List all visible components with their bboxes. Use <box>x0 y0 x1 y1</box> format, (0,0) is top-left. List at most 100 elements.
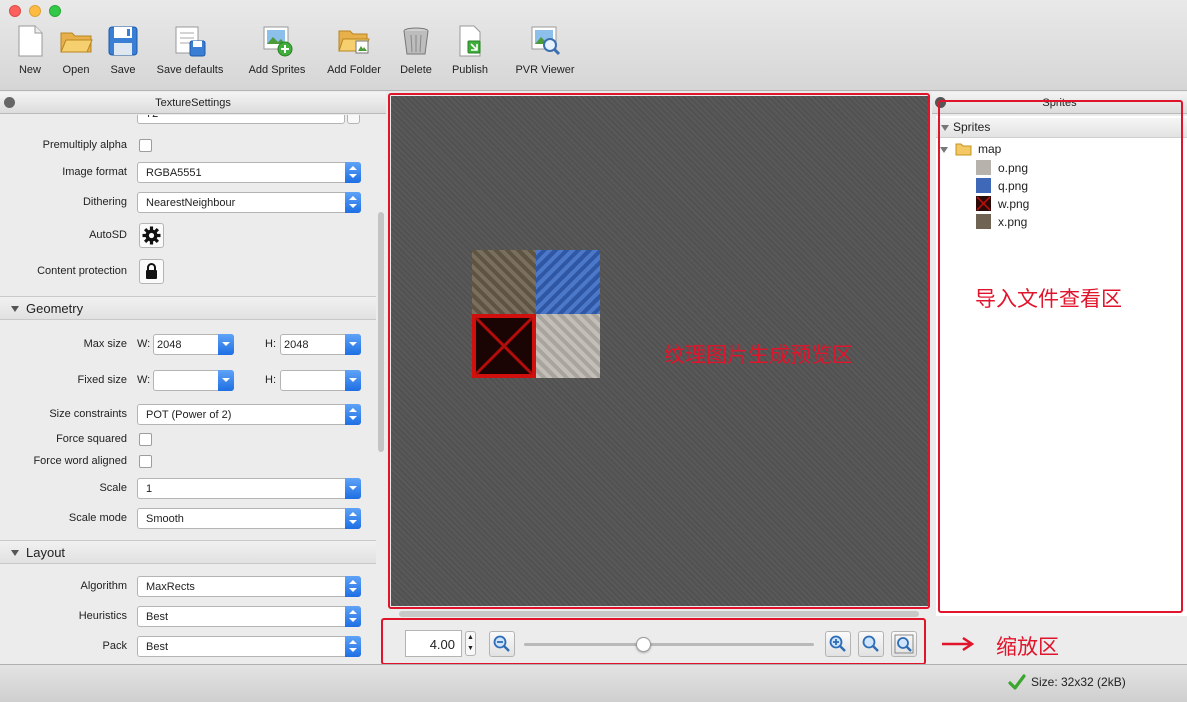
delete-button[interactable]: Delete <box>398 24 434 82</box>
status-size-text: Size: 32x32 (2kB) <box>1031 675 1126 689</box>
publish-icon <box>453 24 487 58</box>
fixed-size-label: Fixed size <box>77 374 127 386</box>
save-button[interactable]: Save <box>105 24 141 82</box>
premultiply-alpha-checkbox[interactable] <box>139 139 152 152</box>
scale-label: Scale <box>99 482 127 494</box>
heuristics-label: Heuristics <box>78 610 127 622</box>
width-label: W: <box>137 338 151 350</box>
chevron-up-down-icon <box>345 404 361 425</box>
scale-mode-select[interactable]: Smooth <box>137 508 361 529</box>
open-button[interactable]: Open <box>58 24 94 82</box>
add-folder-button[interactable]: Add Folder <box>323 24 385 82</box>
chevron-down-icon <box>345 478 361 499</box>
force-squared-row: Force squared <box>0 428 376 452</box>
import-area-annotation: 导入文件查看区 <box>975 288 1122 311</box>
pack-row: Pack Best <box>0 635 376 659</box>
dithering-label: Dithering <box>82 196 127 208</box>
publish-button[interactable]: Publish <box>450 24 490 82</box>
status-bar: Size: 32x32 (2kB) <box>0 664 1187 702</box>
max-size-row: Max size W: 2048 H: 2048 <box>0 333 376 357</box>
zoom-highlight-box <box>381 618 926 665</box>
chevron-up-down-icon <box>345 192 361 213</box>
width-label: W: <box>137 374 151 386</box>
chevron-up-down-icon <box>345 606 361 627</box>
max-width-combo[interactable]: 2048 <box>153 334 234 355</box>
layout-section-header[interactable]: Layout <box>0 540 376 564</box>
texture-settings-header: TextureSettings <box>0 92 386 114</box>
chevron-down-icon <box>345 370 361 391</box>
scale-combo[interactable]: 1 <box>137 478 361 499</box>
force-word-aligned-row: Force word aligned <box>0 450 376 474</box>
content-protection-row: Content protection <box>0 259 376 284</box>
scale-mode-row: Scale mode Smooth <box>0 507 376 531</box>
size-constraints-row: Size constraints POT (Power of 2) <box>0 403 376 427</box>
force-word-aligned-label: Force word aligned <box>33 455 127 467</box>
arrow-right-icon <box>942 636 975 652</box>
dithering-row: Dithering NearestNeighbour <box>0 191 376 215</box>
add-sprites-icon <box>260 24 294 58</box>
window-close-button[interactable] <box>9 5 21 17</box>
chevron-up-down-icon <box>345 636 361 657</box>
settings-scrollbar[interactable] <box>378 212 384 452</box>
pvr-viewer-button[interactable]: PVR Viewer <box>512 24 578 82</box>
trash-can-icon <box>399 24 433 58</box>
scale-mode-label: Scale mode <box>68 512 127 524</box>
heuristics-row: Heuristics Best <box>0 605 376 629</box>
chevron-down-icon <box>218 334 234 355</box>
checkmark-icon <box>1008 674 1026 690</box>
algorithm-label: Algorithm <box>80 580 127 592</box>
texture-settings-title: TextureSettings <box>155 97 231 109</box>
algorithm-select[interactable]: MaxRects <box>137 576 361 597</box>
float-panel-icon[interactable] <box>4 97 15 108</box>
dpi-field[interactable]: 72 <box>137 115 345 124</box>
heuristics-select[interactable]: Best <box>137 606 361 627</box>
geometry-section-header[interactable]: Geometry <box>0 296 376 320</box>
gear-icon <box>142 226 161 245</box>
chevron-up-down-icon <box>345 162 361 183</box>
premultiply-alpha-row: Premultiply alpha <box>0 134 376 158</box>
fixed-size-row: Fixed size W: H: <box>0 369 376 393</box>
size-constraints-label: Size constraints <box>49 408 127 420</box>
toolbar: New Open Save Save defaults Add Sprites … <box>0 0 1187 91</box>
chevron-down-icon <box>218 370 234 391</box>
autosd-row: AutoSD <box>0 223 376 248</box>
save-defaults-icon <box>173 24 207 58</box>
zoom-area-annotation: 缩放区 <box>996 636 1059 659</box>
disclosure-triangle-icon <box>11 306 19 312</box>
content-protection-button[interactable] <box>139 259 164 284</box>
size-constraints-select[interactable]: POT (Power of 2) <box>137 404 361 425</box>
dpi-row: 72 <box>0 115 376 126</box>
height-label: H: <box>265 374 276 386</box>
window-maximize-button[interactable] <box>49 5 61 17</box>
image-format-row: Image format RGBA5551 <box>0 161 376 185</box>
add-folder-icon <box>337 24 371 58</box>
image-format-label: Image format <box>62 166 127 178</box>
force-squared-checkbox[interactable] <box>139 433 152 446</box>
texture-settings-panel: 72 Premultiply alpha Image format RGBA55… <box>0 115 376 663</box>
chevron-up-down-icon <box>345 576 361 597</box>
window-minimize-button[interactable] <box>29 5 41 17</box>
fixed-height-combo[interactable] <box>280 370 361 391</box>
new-button[interactable]: New <box>12 24 48 82</box>
lock-icon <box>146 263 157 279</box>
pack-label: Pack <box>102 640 127 652</box>
premultiply-alpha-label: Premultiply alpha <box>42 139 127 151</box>
fixed-width-combo[interactable] <box>153 370 234 391</box>
dithering-select[interactable]: NearestNeighbour <box>137 192 361 213</box>
max-height-combo[interactable]: 2048 <box>280 334 361 355</box>
autosd-button[interactable] <box>139 223 164 248</box>
open-folder-icon <box>59 24 93 58</box>
autosd-label: AutoSD <box>89 229 127 241</box>
add-sprites-button[interactable]: Add Sprites <box>245 24 309 82</box>
chevron-down-icon <box>345 334 361 355</box>
save-floppy-icon <box>106 24 140 58</box>
dpi-stepper[interactable] <box>347 115 360 124</box>
save-defaults-button[interactable]: Save defaults <box>154 24 226 82</box>
scale-row: Scale 1 <box>0 477 376 501</box>
force-squared-label: Force squared <box>56 433 127 445</box>
height-label: H: <box>265 338 276 350</box>
preview-area-annotation: 纹理图片生成预览区 <box>664 344 853 367</box>
pack-select[interactable]: Best <box>137 636 361 657</box>
force-word-aligned-checkbox[interactable] <box>139 455 152 468</box>
image-format-select[interactable]: RGBA5551 <box>137 162 361 183</box>
